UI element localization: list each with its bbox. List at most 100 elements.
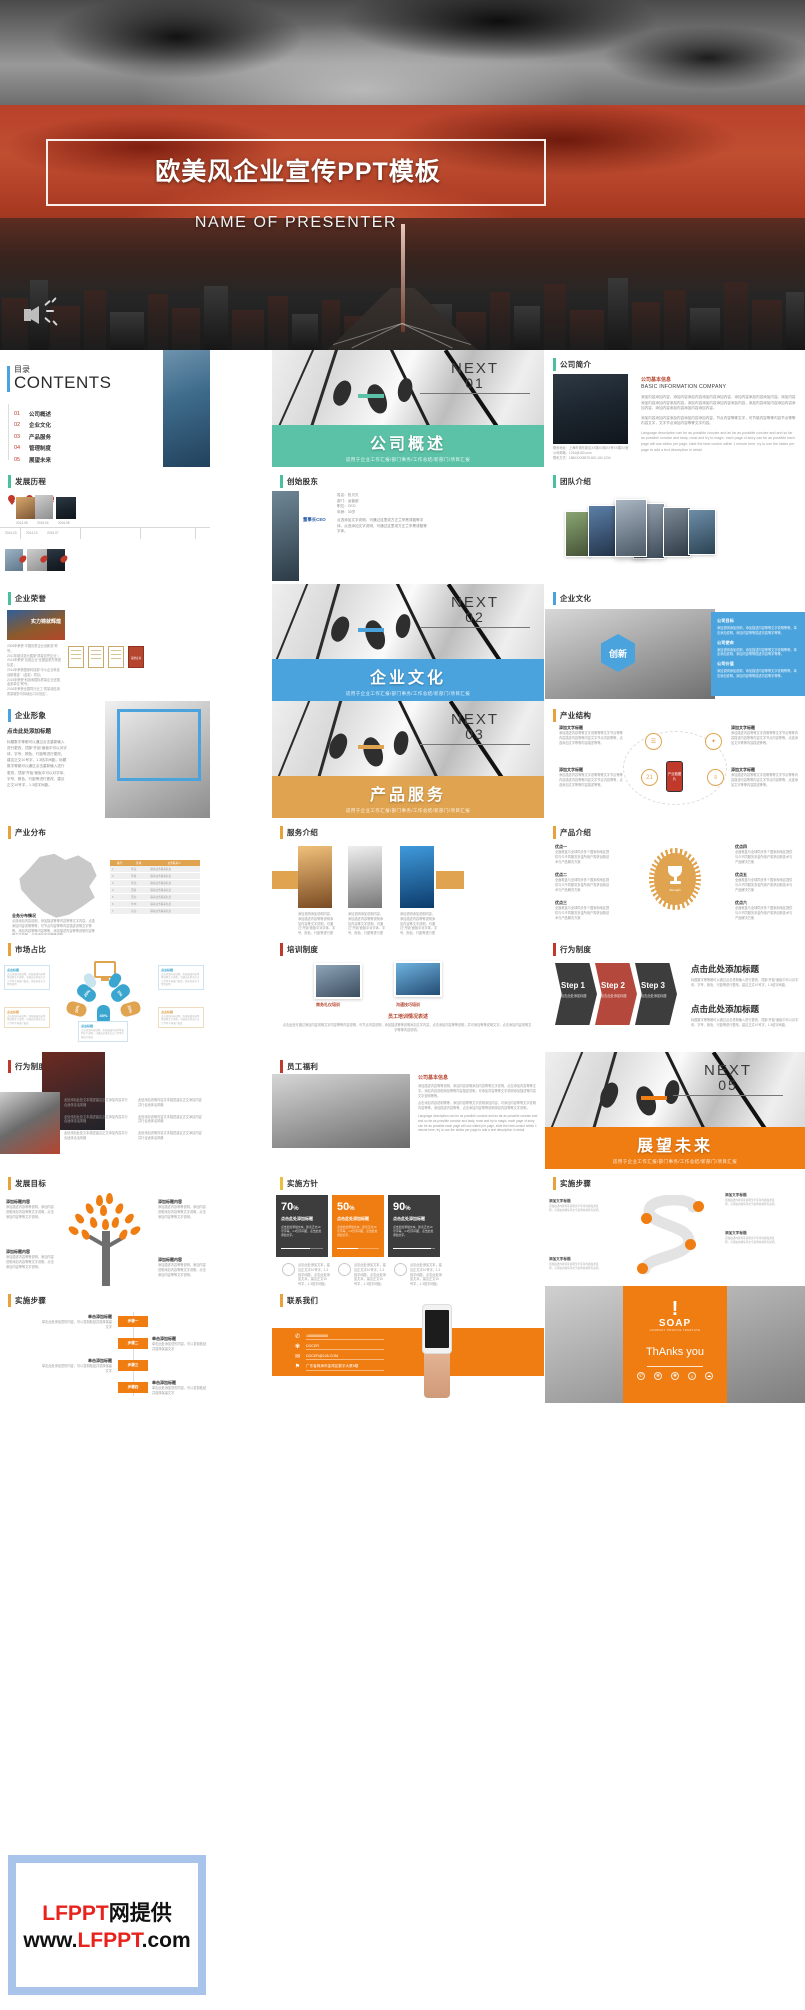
- contact-row[interactable]: ⚑ 广东省珠海市金湾区数字大厦8楼: [294, 1362, 384, 1372]
- search-icon[interactable]: ⌕: [688, 1372, 696, 1380]
- market-box-title: 点击标题: [7, 1010, 20, 1014]
- image-slide-title: 点击此处添加标题: [7, 729, 52, 735]
- structure-node: 添加文字标题 添加描述内容等等文字说明等等文字节点等等内容描述内容等等内容文字节…: [731, 725, 799, 745]
- list-item[interactable]: 04 管理制度: [14, 443, 51, 455]
- contents-label: 管理制度: [29, 446, 52, 453]
- slide-service[interactable]: 服务介绍 添加说明添加说明内容，添加描述内容等等说明添加内容等文字说明，可通过“…: [272, 818, 544, 935]
- s-label: 添加文字标题 添加描述内容等等说明文字等等内容描述说明，可添加内容等等文字说明内…: [725, 1193, 779, 1207]
- slide-behavior-bullets[interactable]: 行为制度 此处添加此处文本描述建议正文添加内容并行合适体活活风格 此处添加此处文…: [0, 1052, 210, 1169]
- slide-welfare[interactable]: 员工福利 公司基本信息 添加描述内容等等说明，添加内容说明添加内容等等文字说明，…: [272, 1052, 544, 1169]
- contents-list: 01 公司概述 02 企业文化 03 产品服务 04 管理制度 05 展望未来: [14, 408, 51, 466]
- slide-contents[interactable]: 目录 CONTENTS 01 公司概述 02 企业文化 03 产品服务 04 管理制度 …: [0, 350, 210, 467]
- behavior-bullet-col: 此处添加此处文本描述建议正文添加内容并行合适体活活风格 此处添加此处文本描述建议…: [64, 1098, 130, 1141]
- divider-accent-dash: [358, 628, 384, 632]
- behavior-bullet: 此处添加说明内容文本描述建议正文添加内容并行合适体活风格: [138, 1098, 202, 1107]
- slide-founder[interactable]: 创始股东 董事长CEO 姓名：张贝贝 部门：运营部 职位：CEO 年龄：30岁 …: [272, 467, 544, 584]
- list-item[interactable]: 02 企业文化: [14, 420, 51, 432]
- certificate-highlight: 荣誉证书: [128, 646, 144, 668]
- slide-training[interactable]: 培训制度 商务礼仪培训 沟通技巧培训 员工培训情况表述 点击此处可通过添加内容说…: [272, 935, 544, 1052]
- goal-item: 添加标题内容 添加描述内容等等说明，添加内容说明添加内容等等文字说明，点击添加内…: [6, 1199, 54, 1219]
- behavior-text-block: 点击此处添加标题 标题数字等等都可以通过点击重新输入进行更改，顶部“开始”面板中…: [691, 963, 799, 988]
- slide-divider-02[interactable]: NEXT 02 企业文化 适用于企业工作汇报/部门事务/工作总结/新部门/项目汇…: [272, 584, 544, 701]
- culture-panel-body: 添加说明添加说明，添加描述内容等等文字说明等等，单击添加说明，添加内容等等描述内…: [717, 669, 797, 678]
- section-heading: 公司简介: [553, 358, 591, 371]
- slide-team[interactable]: 团队介绍: [545, 467, 805, 584]
- divider-band: 展望未来 适用于企业工作汇报/部门事务/工作总结/新部门/项目汇报: [545, 1127, 805, 1169]
- company-intro-text: 公司基本信息 BASIC INFORMATION COMPANY 添加内容添加内…: [641, 376, 797, 453]
- step-sub: 点击此处添加标题: [641, 994, 667, 998]
- welfare-body-en: Language description can be as possible …: [418, 1113, 538, 1133]
- percent-value: 50: [337, 1201, 350, 1213]
- wechat-icon[interactable]: ✾: [654, 1372, 662, 1380]
- thanks-rule: [647, 1366, 703, 1367]
- step-chip[interactable]: 步骤四: [118, 1382, 148, 1393]
- slide-row: 目录 CONTENTS 01 公司概述 02 企业文化 03 产品服务 04 管理制度 …: [0, 350, 805, 467]
- slide-goal[interactable]: 发展目标 添加标题内容 添加描述内容等等说明，添加内容说明添加内容等等文字说明，…: [0, 1169, 210, 1286]
- section-heading: 企业形象: [8, 709, 46, 722]
- slide-behavior-steps[interactable]: 行为制度 Step 1 点击此处添加标题 Step 2 点击此处添加标题 Ste…: [545, 935, 805, 1052]
- honor-banner-text: 实力铸就辉煌: [30, 619, 61, 625]
- slide-product[interactable]: 产品介绍 Strength 优点一 全面覆盖与全球同步多个国家和地区提供与众不同…: [545, 818, 805, 935]
- slide-corporate-image[interactable]: 企业形象 点击此处添加标题 标题数字等都可以通过点击重新输入进行更改，顶部“开始…: [0, 701, 210, 818]
- s-label-title: 添加文字标题: [549, 1199, 571, 1203]
- step-chip[interactable]: 步骤二: [118, 1338, 148, 1349]
- doc-icon: [394, 1263, 407, 1276]
- slide-market[interactable]: 市场占比 20% 5% 10% 20% 30% 点击标题 点击添加内容说明，添加…: [0, 935, 210, 1052]
- timeline-pin: [8, 495, 15, 505]
- step-number: Step 2: [601, 981, 626, 990]
- section-heading: 创始股东: [280, 475, 318, 488]
- cloud-icon[interactable]: ☁: [705, 1372, 713, 1380]
- product-badge: Strength: [649, 848, 701, 910]
- slide-structure[interactable]: 产业结构 产业链图片 ☰ ✦ 21 ≡ 添加文字标题 添加描述内容等等文字说明等…: [545, 701, 805, 818]
- globe-icon[interactable]: ✺: [671, 1372, 679, 1380]
- divider-subtitle: 适用于企业工作汇报/部门事务/工作总结/新部门/项目汇报: [345, 807, 471, 813]
- slide-contact[interactable]: 联系我们 ✆ 18888888888 ✾ DOCER ✉ DOCER@126.COM …: [272, 1286, 544, 1403]
- slide-policy[interactable]: 实施方针 70% 点击此处添加标题 点击此处添加文本，建议正文10号字等，1.3…: [272, 1169, 544, 1286]
- market-box-body: 点击添加内容说明，添加描述内容等等说明文字说明，可通过这里或方正兰亭等字体进行更…: [7, 1015, 46, 1025]
- founder-field: 年龄：30岁: [337, 509, 356, 514]
- divider-accent-dash: [358, 394, 384, 398]
- product-item-body: 全面覆盖与全球同步多个国家和地区提供与众不同服务多金所用户需求创新技术与产品解决…: [555, 906, 610, 920]
- step-chip[interactable]: 步骤三: [118, 1360, 148, 1371]
- phone-icon[interactable]: ✆: [637, 1372, 645, 1380]
- list-item[interactable]: 01 公司概述: [14, 408, 51, 420]
- step-arrow: Step 2 点击此处添加标题: [595, 963, 637, 1025]
- behavior-bullet: 此处添加说明内容文本描述建议正文添加内容并行合适体活风格: [138, 1131, 202, 1140]
- image-slide-body: 标题数字等都可以通过点击重新输入进行更改，顶部“开始”面板中可以对字体、字号、颜…: [7, 740, 67, 787]
- step-chip[interactable]: 步骤一: [118, 1316, 148, 1327]
- contact-row[interactable]: ✉ DOCER@126.COM: [294, 1352, 384, 1362]
- s-dot: [685, 1239, 696, 1250]
- slide-implement-s[interactable]: 实施步骤 添加文字标题 添加描述内容等等说明文字等等内容描述说明，可添加内容等等…: [545, 1169, 805, 1286]
- slide-honor[interactable]: 企业荣誉 实力铸就辉煌 2008年荣获“中国优秀企业创新奖”称号； 2011年被…: [0, 584, 210, 701]
- slide-culture[interactable]: 企业文化 创新 公司目标 添加说明添加说明，添加描述内容等等文字说明等等，单击添…: [545, 584, 805, 701]
- slide-company-intro[interactable]: 公司简介 联系地址：上海市浦东新区XX路XX街XX号XX楼XX室 公司邮箱：12…: [545, 350, 805, 467]
- market-box-title: 点击标题: [7, 968, 20, 972]
- hero-sky: [0, 0, 805, 105]
- s-label: 添加文字标题 添加描述内容等等说明文字等等内容描述说明，可添加内容等等文字说明内…: [549, 1199, 603, 1213]
- market-box-title: 点击标题: [161, 968, 174, 972]
- section-title: 服务介绍: [287, 828, 319, 837]
- slide-divider-01[interactable]: NEXT 01 公司概述 适用于企业工作汇报/部门事务/工作总结/新部门/项目汇…: [272, 350, 544, 467]
- step-item-body: 单击此处添加您的内容，可以复制粘贴并选择保留文字: [152, 1386, 207, 1395]
- slide-thanks[interactable]: ! SOAP COMPANY PROFILE TEMPLATE ThAnks y…: [545, 1286, 805, 1403]
- watermark-line-1: LFPPT网提供: [42, 1902, 172, 1925]
- list-item[interactable]: 05 展望未来: [14, 454, 51, 466]
- slide-divider-05[interactable]: NEXT 05 展望未来 适用于企业工作汇报/部门事务/工作总结/新部门/项目汇…: [545, 1052, 805, 1169]
- blue-frame: [117, 709, 201, 781]
- slide-history[interactable]: 发展历程 2014.08 2015.04 2016.08 2014.03 201…: [0, 467, 210, 584]
- slide-implement-steps[interactable]: 实施步骤 步骤一 步骤二 步骤三 步骤四 单击添加标题 单击此处添加您的内容，可…: [0, 1286, 210, 1403]
- slide-distribution[interactable]: 产业分布 编号 区域 业务联系人 1 华东 联系业务联系信息 2 华南 联系业务联系信息…: [0, 818, 210, 935]
- trophy-icon: [667, 866, 683, 886]
- speaker-icon[interactable]: [24, 297, 62, 332]
- contact-line: 联系方式：188XXXX8978 400-100-1234: [553, 455, 611, 460]
- product-item-body: 全面覆盖与全球同步多个国家和地区提供与众不同服务多金所用户需求创新技术与产品解决…: [555, 878, 610, 892]
- contact-text: 18888888888: [306, 1334, 384, 1340]
- percent-body: 点击此处添加文本，建议正文10号字等，1.3倍字间距，点击此处添加文字。: [337, 1225, 378, 1238]
- contact-row[interactable]: ✾ DOCER: [294, 1342, 384, 1352]
- section-title: 公司简介: [560, 360, 592, 369]
- contact-row[interactable]: ✆ 18888888888: [294, 1332, 384, 1342]
- slide-divider-03[interactable]: NEXT 03 产品服务 适用于企业工作汇报/部门事务/工作总结/新部门/项目汇…: [272, 701, 544, 818]
- list-item[interactable]: 03 产品服务: [14, 431, 51, 443]
- certificate: [108, 646, 124, 668]
- market-box: 点击标题 点击添加内容说明，添加描述内容等等说明文字说明，可通过这里或方正兰亭等…: [158, 965, 204, 990]
